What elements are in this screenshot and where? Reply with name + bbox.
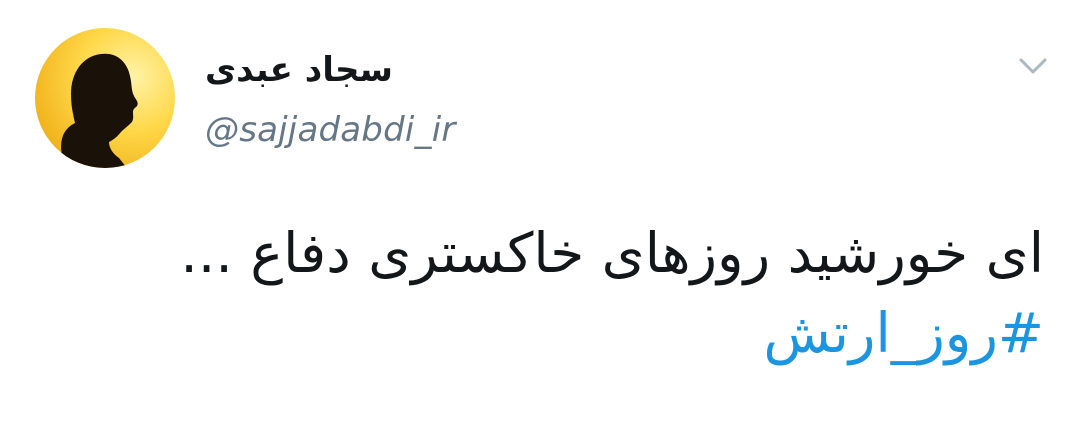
tweet-text: ای خورشید روزهای خاکستری دفاع ... #روز_ا…	[64, 213, 1044, 373]
profile-silhouette-avatar-icon	[61, 53, 138, 168]
display-name[interactable]: سجاد عبدی	[205, 48, 425, 92]
user-handle[interactable]: @sajjadabdi_ir	[205, 108, 456, 152]
tweet-menu-button[interactable]	[1018, 54, 1048, 78]
avatar[interactable]	[35, 28, 175, 168]
tweet-text-line: ای خورشید روزهای خاکستری دفاع ...	[180, 221, 1044, 285]
chevron-down-icon	[1019, 58, 1047, 74]
display-name-text[interactable]: سجاد عبدی	[205, 48, 393, 92]
hashtag-link[interactable]: #روز_ارتش	[64, 293, 1044, 373]
tweet-card: سجاد عبدی @sajjadabdi_ir ای خورشید روزها…	[0, 0, 1080, 439]
